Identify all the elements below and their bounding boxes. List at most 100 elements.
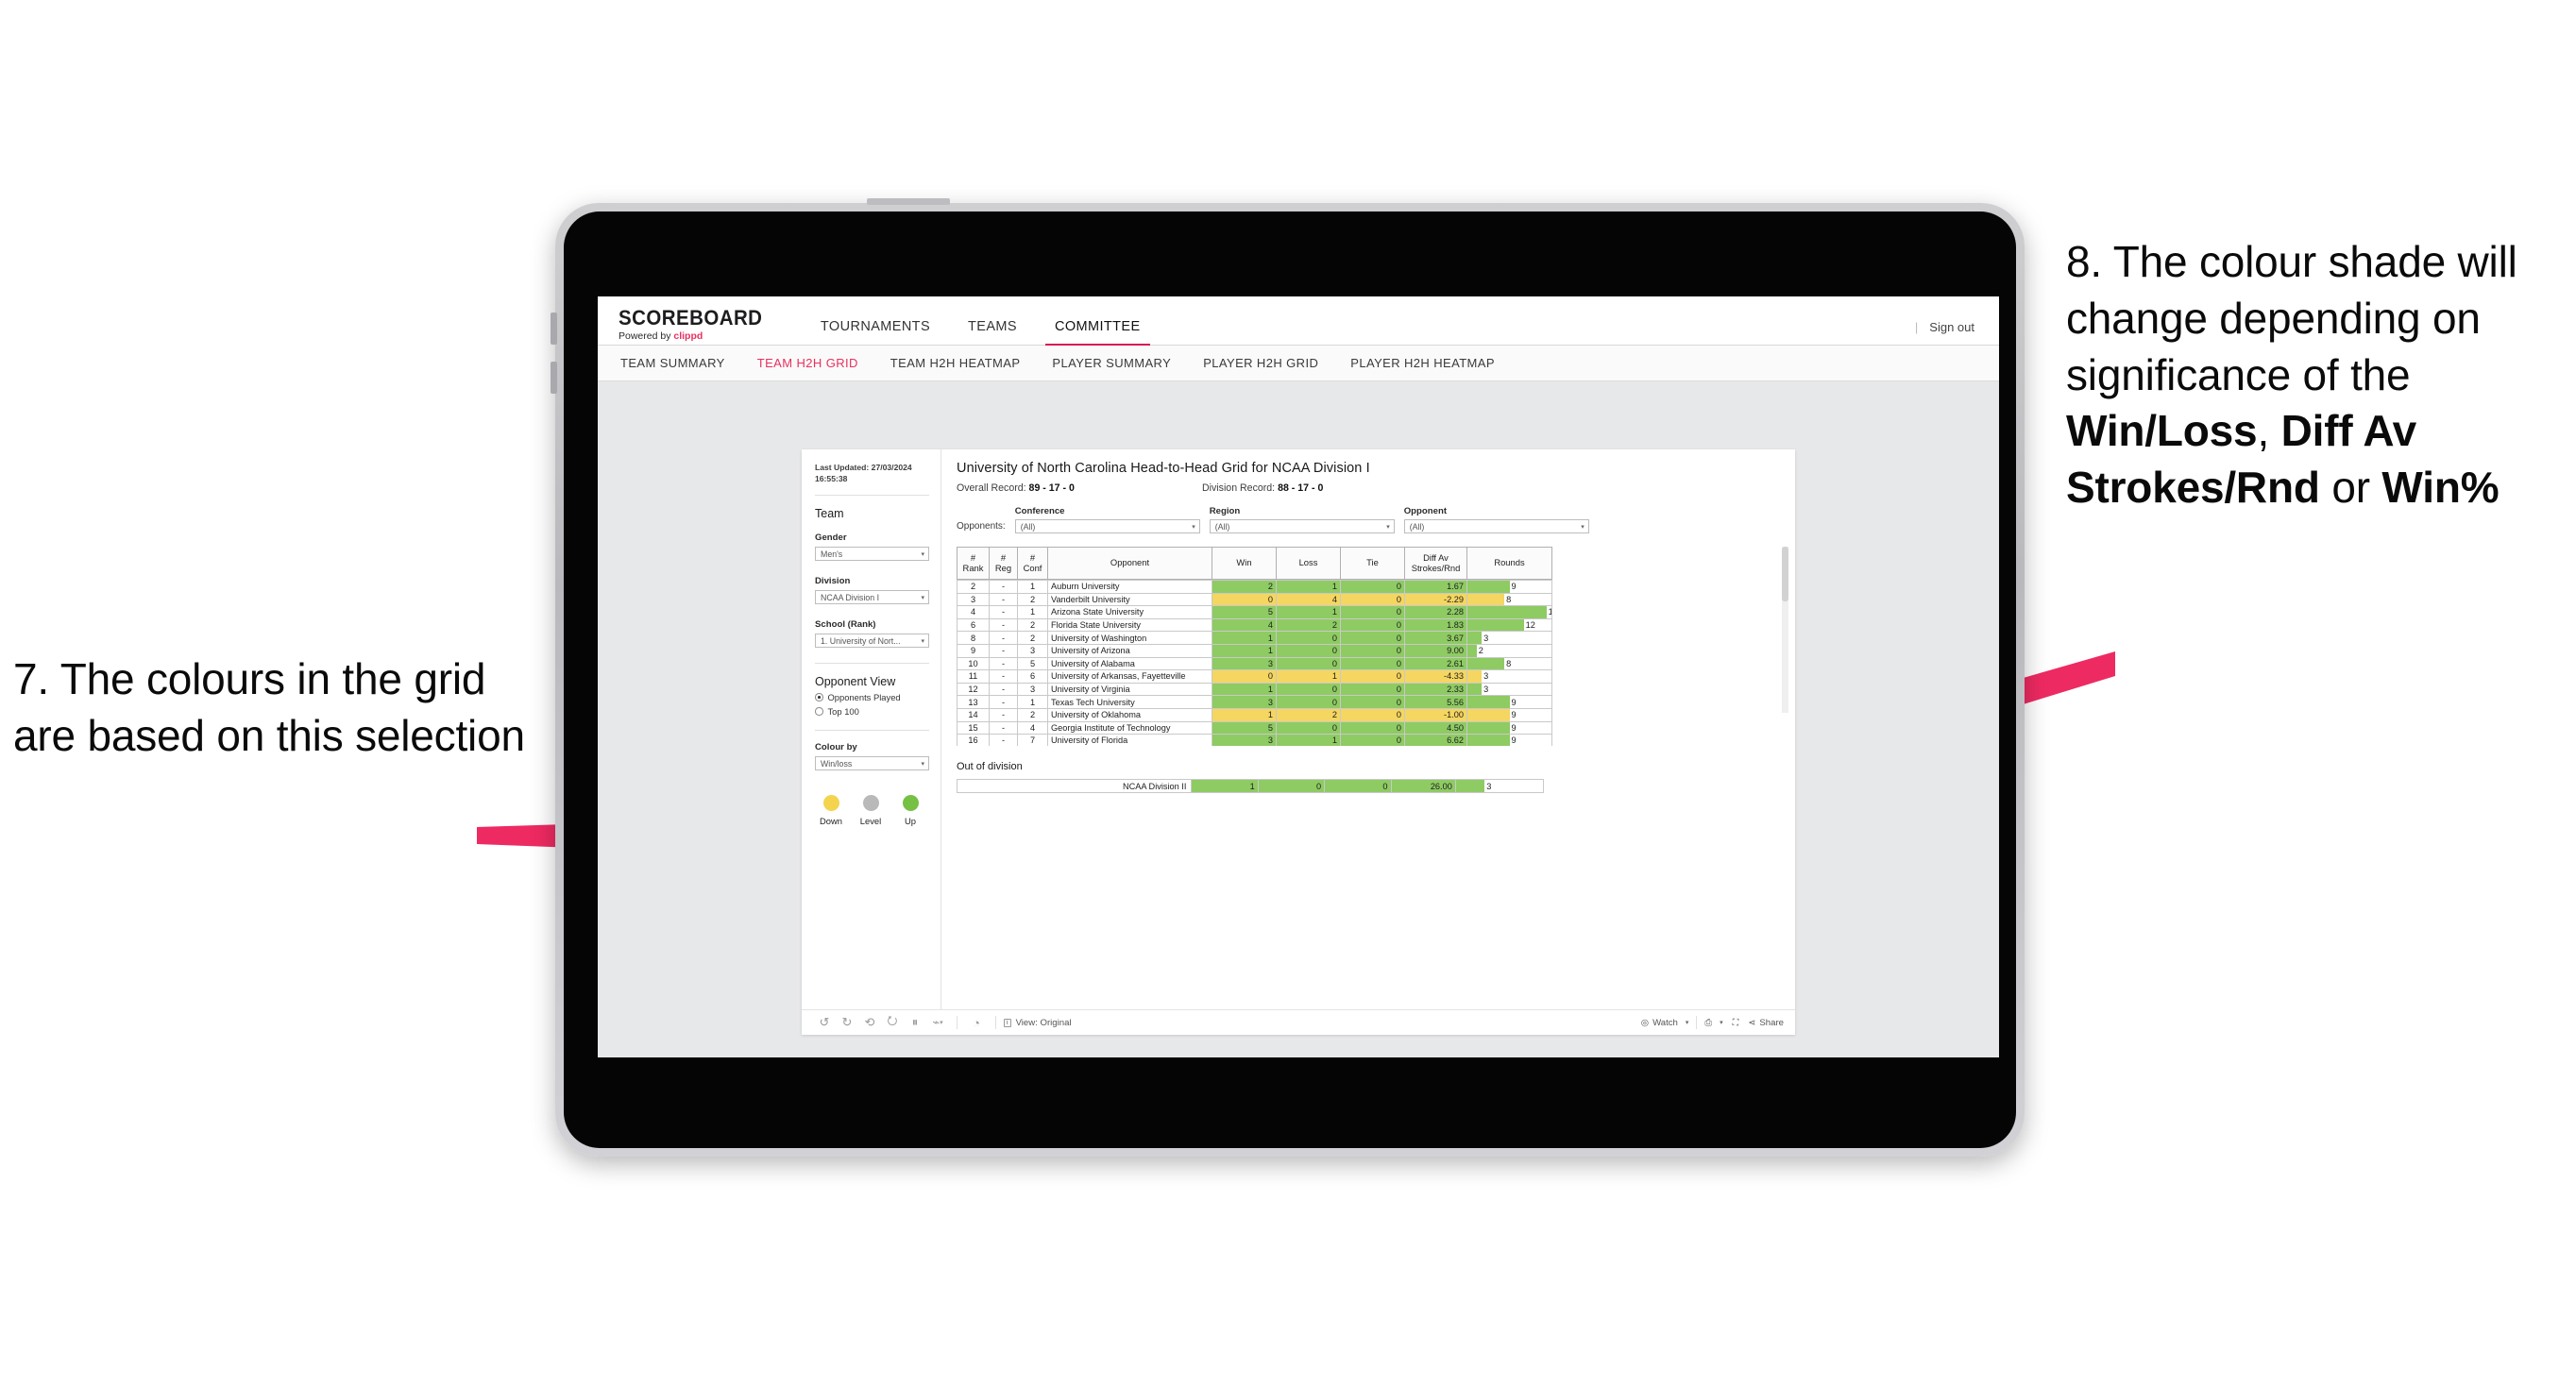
cell-rounds: 9 [1466,695,1552,709]
cell-loss: 2 [1276,707,1341,722]
volume-up-button[interactable] [551,313,557,345]
rounds-bar [1467,619,1524,631]
table-row[interactable]: 11-6 University of Arkansas, Fayetteville… [957,669,1552,684]
signout-link[interactable]: Sign out [1929,320,1974,334]
subnav-team-summary[interactable]: TEAM SUMMARY [620,356,725,370]
cell-diff: 9.00 [1404,643,1467,658]
table-row[interactable]: 10-5 University of Alabama 3 0 0 2.61 8 [957,656,1552,671]
annotation-8-mid1: , [2257,406,2281,456]
power-button[interactable] [867,198,950,205]
conference-dropdown[interactable]: (All) ▾ [1014,519,1200,533]
team-section-title: Team [815,507,844,521]
cell-tie: 0 [1340,631,1405,645]
chevron-down-icon: ▾ [1192,523,1195,531]
rounds-label: 17 [1549,607,1551,618]
table-row[interactable]: 4-1Arizona State University5102.2817 [957,605,1552,619]
watch-icon: ◎ [1640,1017,1650,1028]
signout-area: | Sign out [1915,320,1974,334]
revert-icon[interactable]: ⟲ [858,1013,881,1032]
chevron-down-icon: ▾ [1720,1020,1723,1026]
rounds-label: 12 [1525,620,1535,631]
watch-label: Watch [1652,1017,1678,1028]
share-label: Share [1759,1017,1784,1028]
out-of-division-row[interactable]: NCAA Division II 1 0 0 26.00 3 [956,779,1545,793]
cell-opponent: Georgia Institute of Technology [1047,720,1212,735]
radio-top-100[interactable]: Top 100 [815,706,929,717]
division-dropdown[interactable]: NCAA Division I ▾ [815,590,929,605]
watch-button[interactable]: ◎ Watch ▾ [1641,1018,1689,1028]
cell-conf: 7 [1017,734,1048,746]
fullscreen-button[interactable]: ⛶ [1733,1018,1739,1028]
school-dropdown[interactable]: 1. University of Nort... ▾ [815,634,929,649]
colour-by-dropdown[interactable]: Win/loss ▾ [815,756,929,771]
division-value: NCAA Division I [821,592,880,602]
table-row[interactable]: 2-1 Auburn University 2 1 0 1.67 9 [957,580,1552,594]
cell-win: 2 [1212,580,1277,594]
table-row[interactable]: 15-4 Georgia Institute of Technology 5 0 0 4.… [957,720,1552,735]
table-row[interactable]: 12-3 University of Virginia 1 0 0 2.33 3 [957,682,1552,697]
h2h-grid-wrapper: # Rank # Reg # Conf Opponent Win Loss Tie [957,547,1788,746]
table-row[interactable]: 8-2 University of Washington 1 0 0 3.67 3 [957,631,1552,645]
subnav-player-h2h-heatmap[interactable]: PLAYER H2H HEATMAP [1350,356,1495,370]
download-button[interactable]: ⎙ ▾ [1704,1018,1722,1028]
cell-reg: - [989,592,1018,607]
view-original-button[interactable]: i View: Original [1004,1018,1072,1028]
col-conf[interactable]: # Conf [1017,547,1048,580]
grid-rows: 2-1 Auburn University 2 1 0 1.67 9 3-2 Vanderbil… [957,580,1552,746]
cell-tie: 0 [1340,580,1405,594]
table-row[interactable]: 6-2 Florida State University 4 2 0 1.83 12 [957,617,1552,633]
refresh-icon[interactable]: ⭮ [881,1013,904,1032]
ood-rounds-bar [1455,780,1485,792]
rounds-bar [1467,684,1483,695]
subnav-team-h2h-heatmap[interactable]: TEAM H2H HEATMAP [890,356,1021,370]
region-dropdown[interactable]: (All) ▾ [1209,519,1395,533]
nav-tournaments[interactable]: TOURNAMENTS [802,319,949,345]
cell-win: 4 [1212,617,1277,633]
pause-icon[interactable]: ⏸ [904,1013,926,1032]
clock-icon[interactable]: ◔ [965,1013,988,1032]
col-reg[interactable]: # Reg [989,547,1018,580]
cell-opponent: University of Arizona [1047,643,1212,658]
opponents-filter-label: Opponents: [957,521,1006,532]
cell-opponent: Arizona State University [1047,605,1212,619]
rounds-label: 9 [1511,582,1517,592]
share-button[interactable]: ⋖ Share [1748,1018,1784,1028]
col-diff-av-strokes[interactable]: Diff Av Strokes/Rnd [1404,547,1467,580]
col-win[interactable]: Win [1212,547,1277,580]
cell-rounds: 9 [1466,734,1552,746]
cell-diff: 2.28 [1404,605,1467,619]
volume-down-button[interactable] [551,362,557,394]
app-logo[interactable]: SCOREBOARD Powered by clippd [619,307,773,346]
col-rounds[interactable]: Rounds [1466,547,1552,580]
table-row[interactable]: 3-2 Vanderbilt University 0 4 0 -2.29 8 [957,592,1552,607]
undo-icon[interactable]: ↺ [813,1013,836,1032]
cell-opponent: Auburn University [1047,580,1212,594]
col-tie[interactable]: Tie [1340,547,1405,580]
subnav-player-h2h-grid[interactable]: PLAYER H2H GRID [1203,356,1318,370]
nav-teams[interactable]: TEAMS [949,319,1036,345]
table-row[interactable]: 16-7 University of Florida 3 1 0 6.62 9 [957,734,1552,746]
radio-opponents-played[interactable]: Opponents Played [815,692,929,702]
table-row[interactable]: 9-3 University of Arizona 1 0 0 9.00 2 [957,643,1552,658]
grid-vertical-scrollbar[interactable] [1782,547,1788,713]
subnav-team-h2h-grid[interactable]: TEAM H2H GRID [757,356,858,370]
ood-tie: 0 [1324,779,1392,793]
cell-loss: 1 [1276,669,1341,684]
col-rank[interactable]: # Rank [957,547,990,580]
col-loss[interactable]: Loss [1276,547,1341,580]
redo-icon[interactable]: ↻ [836,1013,858,1032]
gender-dropdown[interactable]: Men's ▾ [815,547,929,562]
nav-committee[interactable]: COMMITTEE [1036,319,1160,346]
table-row[interactable]: 14-2 University of Oklahoma 1 2 0 -1.00 9 [957,707,1552,722]
scrollbar-thumb[interactable] [1782,547,1788,601]
rounds-bar [1467,709,1510,721]
opponent-dropdown[interactable]: (All) ▾ [1403,519,1589,533]
annotation-8-bold-winpct: Win% [2381,463,2500,513]
subnav-player-summary[interactable]: PLAYER SUMMARY [1052,356,1171,370]
chevron-down-icon: ▾ [921,550,924,558]
col-opponent[interactable]: Opponent [1047,547,1212,580]
legend-item-down: Down [817,795,845,827]
fullscreen-icon: ⛶ [1732,1017,1739,1028]
alerts-icon[interactable]: ⌁ ▾ [926,1013,949,1032]
table-row[interactable]: 13-1 Texas Tech University 3 0 0 5.56 9 [957,695,1552,709]
